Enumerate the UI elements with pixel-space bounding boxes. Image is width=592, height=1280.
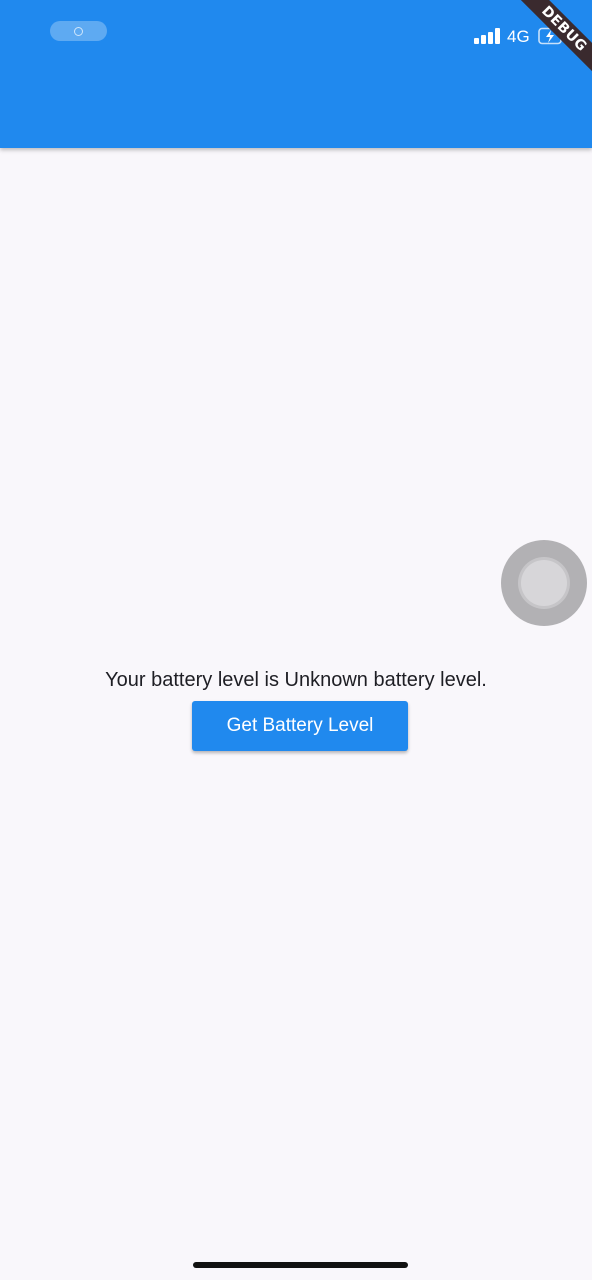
recording-dot-icon [74,26,83,36]
signal-bars-icon [474,28,500,44]
assistive-touch-icon [521,560,567,606]
home-indicator[interactable] [193,1262,408,1268]
get-battery-level-button[interactable]: Get Battery Level [192,701,408,751]
screen-recording-indicator [50,21,107,41]
assistive-touch-button[interactable] [501,540,587,626]
battery-level-text: Your battery level is Unknown battery le… [105,669,487,691]
network-type-label: 4G [507,27,530,46]
app-bar: 4G DEBUG [0,0,592,148]
